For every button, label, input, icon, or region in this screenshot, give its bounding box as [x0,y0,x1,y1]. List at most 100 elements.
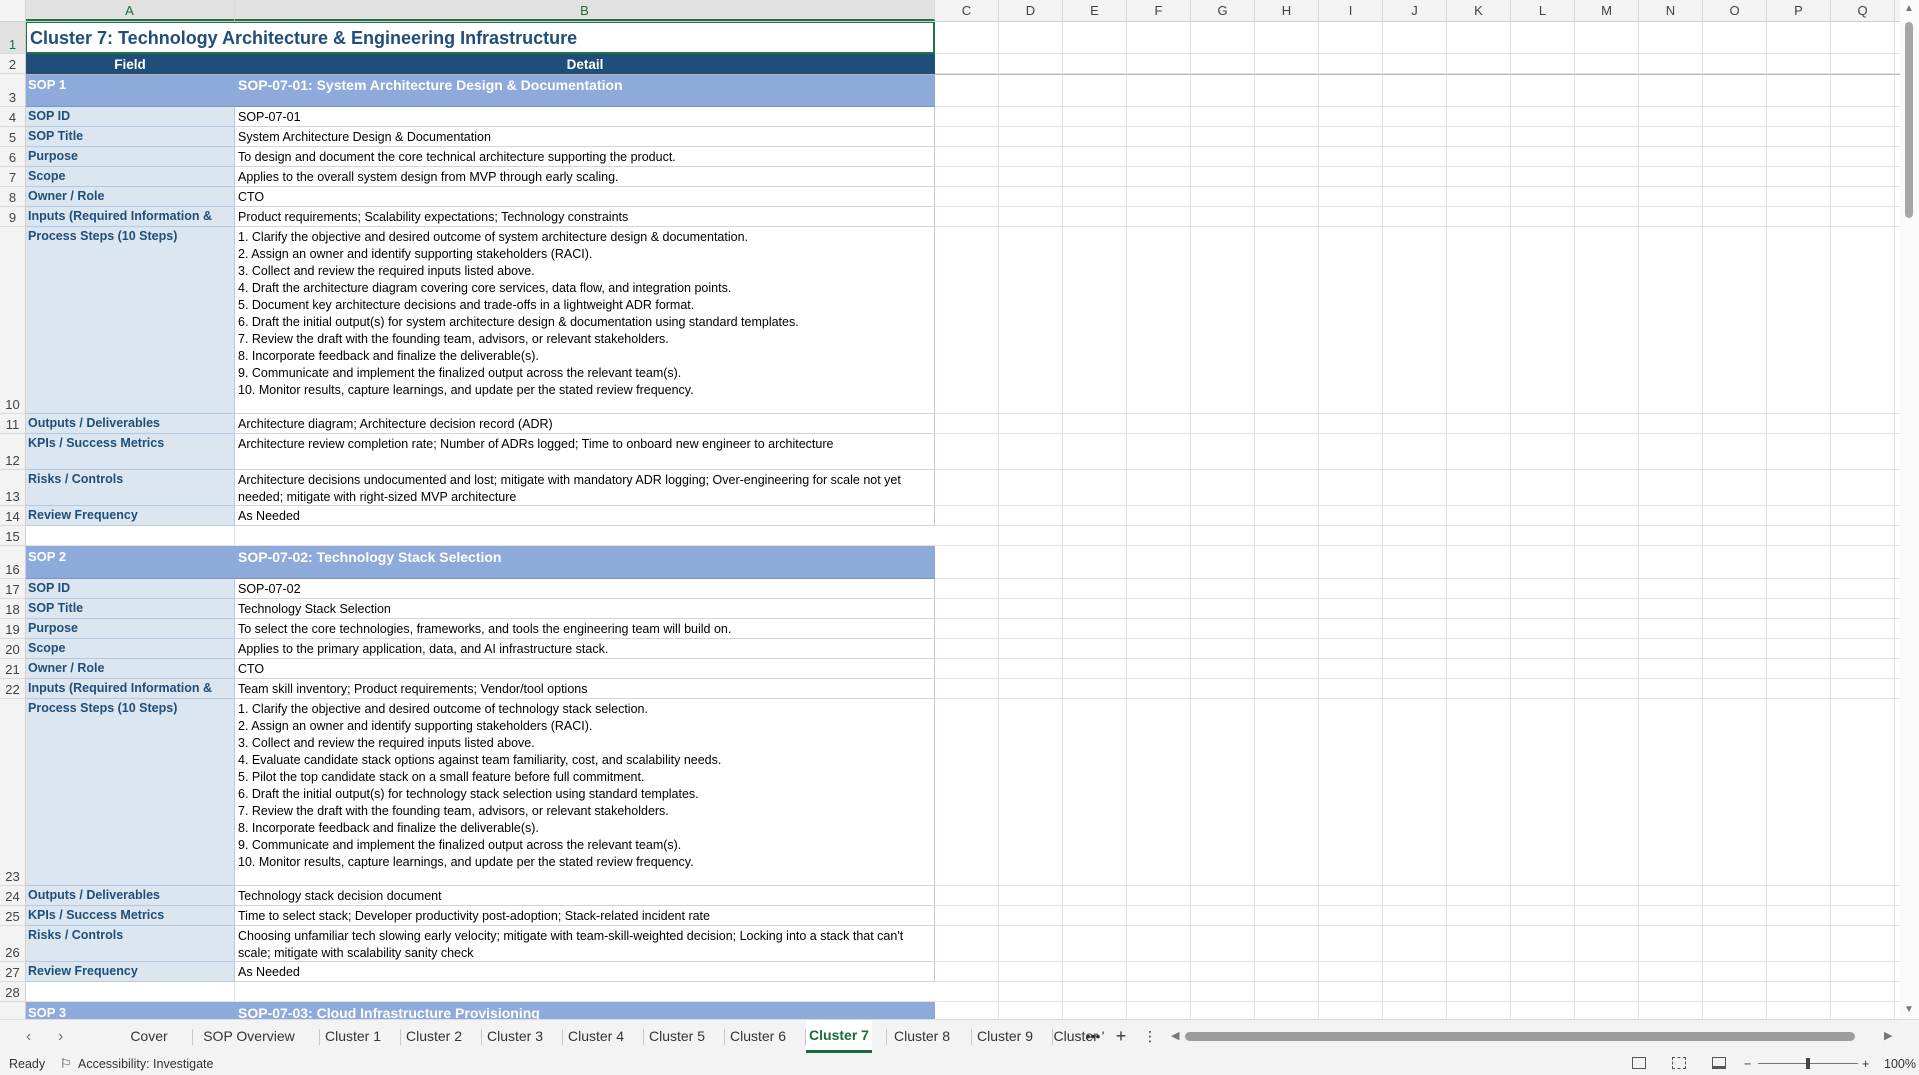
column-header-f[interactable]: F [1127,0,1191,21]
detail-cell[interactable]: As Needed [235,962,935,982]
field-cell[interactable]: SOP Title [25,127,235,147]
detail-cell[interactable]: System Architecture Design & Documentati… [235,127,935,147]
field-cell[interactable]: SOP 2 [25,546,235,579]
detail-cell[interactable]: To select the core technologies, framewo… [235,619,935,639]
detail-cell[interactable]: Time to select stack; Developer producti… [235,906,935,926]
row-header-1[interactable]: 1 [0,21,25,54]
column-header-g[interactable]: G [1191,0,1255,21]
row-header-11[interactable]: 11 [0,414,25,434]
sheet-tab-cluster-2[interactable]: Cluster 2 [401,1020,467,1053]
sheet-tab-cluster-1[interactable]: Cluster 1 [320,1020,386,1053]
detail-cell[interactable]: SOP-07-03: Cloud Infrastructure Provisio… [235,1002,935,1019]
field-cell[interactable]: Purpose [25,619,235,639]
row-header-8[interactable]: 8 [0,187,25,207]
scroll-right-icon[interactable]: ▶ [1884,1020,1892,1053]
row-header-6[interactable]: 6 [0,147,25,167]
field-cell[interactable]: Inputs (Required Information & [25,207,235,227]
column-header-j[interactable]: J [1383,0,1447,21]
next-sheet-icon[interactable]: › [58,1020,63,1053]
column-header-o[interactable]: O [1703,0,1767,21]
detail-cell[interactable]: Technology Stack Selection [235,599,935,619]
row-header-25[interactable]: 25 [0,906,25,926]
row-header-26[interactable]: 26 [0,926,25,962]
sheet-tab-cluster-5[interactable]: Cluster 5 [644,1020,710,1053]
detail-cell[interactable]: Applies to the primary application, data… [235,639,935,659]
detail-cell[interactable]: Technology stack decision document [235,886,935,906]
detail-cell[interactable]: Product requirements; Scalability expect… [235,207,935,227]
vertical-scroll-thumb[interactable] [1905,22,1913,218]
normal-view-icon[interactable] [1632,1057,1646,1069]
row-header-2[interactable]: 2 [0,54,25,74]
add-sheet-icon[interactable]: + [1110,1020,1132,1053]
row-header-12[interactable]: 12 [0,434,25,470]
row-header-15[interactable]: 15 [0,526,25,546]
row-header-27[interactable]: 27 [0,962,25,982]
detail-cell[interactable]: Applies to the overall system design fro… [235,167,935,187]
row-header-18[interactable]: 18 [0,599,25,619]
field-cell[interactable]: KPIs / Success Metrics [25,906,235,926]
column-headers[interactable]: ABCDEFGHIJKLMNOPQ [0,0,1900,22]
row-header-17[interactable]: 17 [0,579,25,599]
row-header-24[interactable]: 24 [0,886,25,906]
sheet-menu-icon[interactable]: ⋮ [1142,1020,1158,1053]
row-header-14[interactable]: 14 [0,506,25,526]
field-cell[interactable]: Scope [25,167,235,187]
sheet-tab-cluster-4[interactable]: Cluster 4 [563,1020,629,1053]
sheet-tab-cluster-6[interactable]: Cluster 6 [725,1020,791,1053]
detail-cell[interactable]: SOP-07-02 [235,579,935,599]
column-header-m[interactable]: M [1575,0,1639,21]
field-cell[interactable]: SOP 1 [25,74,235,107]
detail-cell[interactable]: Architecture review completion rate; Num… [235,434,935,470]
row-header-10[interactable]: 10 [0,227,25,414]
row-header-21[interactable]: 21 [0,659,25,679]
field-cell[interactable]: Risks / Controls [25,926,235,962]
column-header-q[interactable]: Q [1831,0,1895,21]
scroll-down-icon[interactable]: ▼ [1904,1004,1914,1015]
field-cell[interactable]: Outputs / Deliverables [25,886,235,906]
horizontal-scroll-thumb[interactable] [1185,1032,1855,1041]
page-layout-view-icon[interactable] [1672,1057,1686,1069]
sheet-tab-cluster-3[interactable]: Cluster 3 [482,1020,548,1053]
field-cell[interactable]: Process Steps (10 Steps) [25,227,235,414]
field-cell[interactable]: SOP 3 [25,1002,235,1019]
column-header-c[interactable]: C [935,0,999,21]
field-cell[interactable]: Owner / Role [25,659,235,679]
detail-column-header[interactable]: Detail [235,54,935,74]
sheet-tab-cluster-7[interactable]: Cluster 7 [806,1020,872,1053]
field-cell[interactable]: SOP ID [25,107,235,127]
sheet-tab-sop-overview[interactable]: SOP Overview [193,1020,305,1053]
select-all-corner[interactable] [0,0,26,21]
field-cell[interactable]: Review Frequency [25,506,235,526]
row-header-29[interactable]: 29 [0,1002,25,1019]
row-headers[interactable]: 1 2 3 4 5 6 7 8 9 10 11 12 13 14 15 16 17 18 19 20 21 22 23 24 2… [0,21,26,1019]
row-header-23[interactable]: 23 [0,699,25,886]
row-header-20[interactable]: 20 [0,639,25,659]
vertical-scrollbar[interactable]: ▲ ▼ [1900,0,1919,1019]
column-header-n[interactable]: N [1639,0,1703,21]
column-header-a[interactable]: A [25,0,235,21]
page-break-view-icon[interactable] [1712,1057,1726,1069]
column-header-i[interactable]: I [1319,0,1383,21]
sheet-title-cell[interactable]: Cluster 7: Technology Architecture & Eng… [25,21,935,54]
detail-cell[interactable]: SOP-07-02: Technology Stack Selection [235,546,935,579]
detail-cell[interactable]: SOP-07-01: System Architecture Design & … [235,74,935,107]
sheet-tab-cover[interactable]: Cover [120,1020,178,1053]
field-cell[interactable] [25,526,235,546]
row-header-5[interactable]: 5 [0,127,25,147]
column-header-l[interactable]: L [1511,0,1575,21]
row-header-3[interactable]: 3 [0,74,25,107]
detail-cell[interactable]: To design and document the core technica… [235,147,935,167]
more-sheets-icon[interactable]: ••• [1080,1020,1106,1053]
column-header-e[interactable]: E [1063,0,1127,21]
cell-area[interactable]: Cluster 7: Technology Architecture & Eng… [25,21,1900,1019]
zoom-level[interactable]: 100% [1884,1053,1916,1075]
row-header-4[interactable]: 4 [0,107,25,127]
field-cell[interactable]: Inputs (Required Information & [25,679,235,699]
field-cell[interactable]: Review Frequency [25,962,235,982]
detail-cell[interactable]: CTO [235,659,935,679]
detail-cell[interactable]: 1. Clarify the objective and desired out… [235,699,935,886]
field-cell[interactable]: SOP Title [25,599,235,619]
column-header-b[interactable]: B [235,0,935,21]
field-cell[interactable]: Risks / Controls [25,470,235,506]
row-header-9[interactable]: 9 [0,207,25,227]
